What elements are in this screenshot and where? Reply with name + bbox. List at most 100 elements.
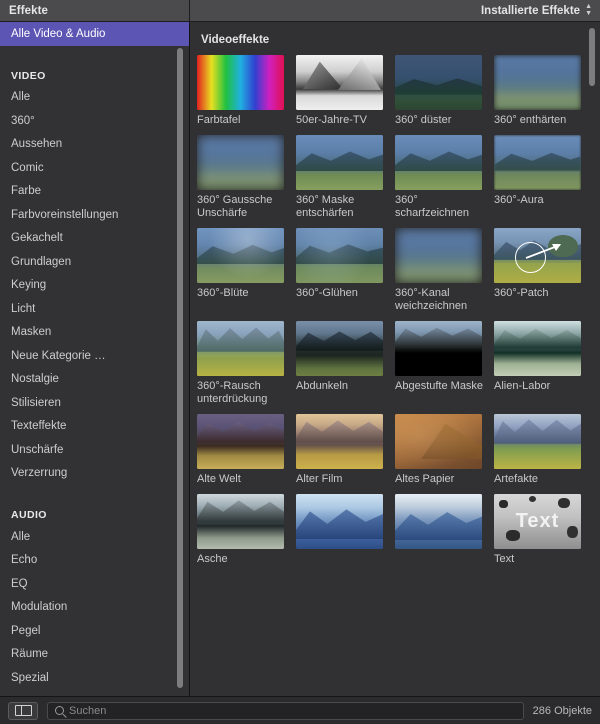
thumbnail-text-overlay: Text xyxy=(515,510,560,532)
sidebar-item-video-1[interactable]: 360° xyxy=(0,109,189,133)
effect-thumbnail[interactable] xyxy=(197,494,284,549)
effects-browser-window: Effekte Installierte Effekte ▲ ▼ Alle Vid… xyxy=(0,0,600,724)
effect-tile[interactable] xyxy=(296,494,395,566)
sidebar-item-video-10[interactable]: Masken xyxy=(0,321,189,345)
effect-thumbnail[interactable] xyxy=(395,55,482,110)
sidebar-item-video-16[interactable]: Verzerrung xyxy=(0,462,189,486)
effect-tile[interactable]: Farbtafel xyxy=(197,55,296,127)
sidebar-item-audio-6[interactable]: Spezial xyxy=(0,666,189,690)
effect-thumbnail[interactable] xyxy=(395,494,482,549)
content-scrollbar[interactable] xyxy=(589,28,595,86)
effect-thumbnail[interactable] xyxy=(296,494,383,549)
effect-thumbnail[interactable] xyxy=(197,414,284,469)
effect-label: 360° Gaussche Unschärfe xyxy=(197,194,273,219)
effect-tile[interactable]: 360° Gaussche Unschärfe xyxy=(197,135,296,220)
sidebar-item-audio-3[interactable]: Modulation xyxy=(0,596,189,620)
page-title: Effekte xyxy=(9,4,49,17)
effect-tile[interactable]: 360° enthärten xyxy=(494,55,593,127)
effect-thumbnail[interactable] xyxy=(296,135,383,190)
effect-tile[interactable]: 360° scharfzeichnen xyxy=(395,135,494,220)
effect-tile[interactable]: 360° Maske entschärfen xyxy=(296,135,395,220)
effect-thumbnail[interactable] xyxy=(296,55,383,110)
sidebar-item-audio-4[interactable]: Pegel xyxy=(0,619,189,643)
section-title: Videoeffekte xyxy=(201,34,270,46)
sidebar-item-audio-0[interactable]: Alle xyxy=(0,525,189,549)
effect-tile[interactable]: Text Text xyxy=(494,494,593,566)
effect-thumbnail[interactable]: Text xyxy=(494,494,581,549)
effect-tile[interactable]: Artefakte xyxy=(494,414,593,486)
effect-thumbnail[interactable] xyxy=(494,321,581,376)
sidebar-scrollbar[interactable] xyxy=(177,48,183,688)
sidebar-item-audio-5[interactable]: Räume xyxy=(0,643,189,667)
effect-thumbnail[interactable] xyxy=(494,55,581,110)
sidebar-item-video-11[interactable]: Neue Kategorie … xyxy=(0,344,189,368)
sidebar-item-audio-2[interactable]: EQ xyxy=(0,572,189,596)
sidebar-item-video-2[interactable]: Aussehen xyxy=(0,133,189,157)
effect-tile[interactable]: Abgestufte Maske xyxy=(395,321,494,406)
sidebar-toggle-icon[interactable] xyxy=(8,701,38,720)
effect-thumbnail[interactable] xyxy=(395,228,482,283)
effect-thumbnail[interactable] xyxy=(494,135,581,190)
effect-thumbnail[interactable] xyxy=(197,55,284,110)
effect-thumbnail[interactable] xyxy=(296,321,383,376)
effect-tile[interactable]: Abdunkeln xyxy=(296,321,395,406)
effect-tile[interactable]: 360°-Rausch unterdrückung xyxy=(197,321,296,406)
sidebar-item-video-7[interactable]: Grundlagen xyxy=(0,250,189,274)
effect-tile[interactable]: Alien-Labor xyxy=(494,321,593,406)
effect-thumbnail[interactable] xyxy=(395,414,482,469)
effect-label: 360° Maske entschärfen xyxy=(296,194,355,219)
effect-thumbnail[interactable] xyxy=(494,414,581,469)
sidebar-item-video-3[interactable]: Comic xyxy=(0,156,189,180)
effects-grid: Farbtafel 50er-Jahre-TV 360° düster 360° en… xyxy=(190,55,600,574)
effect-thumbnail[interactable] xyxy=(395,321,482,376)
window-header: Effekte Installierte Effekte ▲ ▼ xyxy=(0,0,600,22)
effect-tile[interactable]: 360°-Patch xyxy=(494,228,593,313)
effect-tile[interactable]: 360° düster xyxy=(395,55,494,127)
effect-thumbnail[interactable] xyxy=(197,321,284,376)
effect-tile[interactable]: Altes Papier xyxy=(395,414,494,486)
sidebar-item-video-13[interactable]: Stilisieren xyxy=(0,391,189,415)
window-body: Alle Video & Audio VIDEO Alle 360° Aussehen C… xyxy=(0,22,600,696)
effect-tile[interactable]: Alter Film xyxy=(296,414,395,486)
categories-sidebar: Alle Video & Audio VIDEO Alle 360° Aussehen C… xyxy=(0,22,190,696)
effect-tile[interactable] xyxy=(395,494,494,566)
patch-arrow-overlay xyxy=(525,244,561,259)
sidebar-item-video-14[interactable]: Texteffekte xyxy=(0,415,189,439)
sidebar-item-video-0[interactable]: Alle xyxy=(0,86,189,110)
effect-tile[interactable]: Asche xyxy=(197,494,296,566)
effect-tile[interactable]: 360°-Aura xyxy=(494,135,593,220)
effect-thumbnail[interactable] xyxy=(197,135,284,190)
effect-tile[interactable]: 360°-Kanal weichzeichnen xyxy=(395,228,494,313)
effect-label: Asche xyxy=(197,553,228,565)
chevron-up-down-icon[interactable]: ▲ ▼ xyxy=(585,3,592,17)
sidebar-item-audio-1[interactable]: Echo xyxy=(0,549,189,573)
sidebar-item-video-15[interactable]: Unschärfe xyxy=(0,438,189,462)
sidebar-item-video-4[interactable]: Farbe xyxy=(0,180,189,204)
effect-label: 360°-Blüte xyxy=(197,287,249,299)
effect-thumbnail[interactable] xyxy=(197,228,284,283)
effect-tile[interactable]: 360°-Blüte xyxy=(197,228,296,313)
effect-label: 360°-Rausch unterdrückung xyxy=(197,380,268,405)
effect-label: 360° enthärten xyxy=(494,114,567,126)
effect-label: 360°-Aura xyxy=(494,194,544,206)
effect-thumbnail[interactable] xyxy=(296,414,383,469)
effect-thumbnail[interactable] xyxy=(296,228,383,283)
effect-label: Alte Welt xyxy=(197,473,241,485)
sidebar-item-alle-video-audio[interactable]: Alle Video & Audio xyxy=(0,22,189,46)
effect-tile[interactable]: 50er-Jahre-TV xyxy=(296,55,395,127)
effect-thumbnail[interactable] xyxy=(395,135,482,190)
sidebar-item-video-5[interactable]: Farbvoreinstellungen xyxy=(0,203,189,227)
sidebar-item-video-12[interactable]: Nostalgie xyxy=(0,368,189,392)
effect-tile[interactable]: 360°-Glühen xyxy=(296,228,395,313)
installed-effects-popup-label[interactable]: Installierte Effekte xyxy=(481,5,580,17)
effect-label: 360°-Glühen xyxy=(296,287,358,299)
effect-thumbnail[interactable] xyxy=(494,228,581,283)
search-input[interactable] xyxy=(69,704,516,717)
sidebar-item-video-6[interactable]: Gekachelt xyxy=(0,227,189,251)
sidebar-item-video-8[interactable]: Keying xyxy=(0,274,189,298)
effect-label: Abdunkeln xyxy=(296,380,348,392)
sidebar-item-video-9[interactable]: Licht xyxy=(0,297,189,321)
effect-tile[interactable]: Alte Welt xyxy=(197,414,296,486)
search-field[interactable] xyxy=(47,701,524,720)
